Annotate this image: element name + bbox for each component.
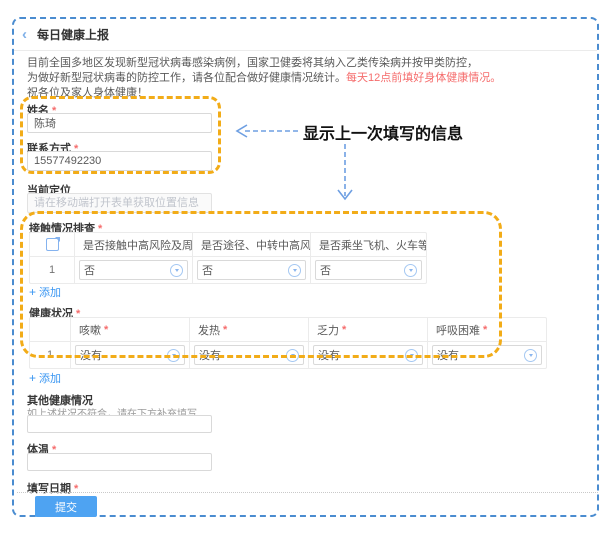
health-select-1[interactable]: 没有 — [75, 345, 185, 365]
health-col-header: 咳嗽* — [71, 318, 190, 341]
temperature-input[interactable] — [27, 453, 212, 471]
contact-col-header: 是否乘坐飞机、火车等长途交通... — [311, 233, 426, 256]
contact-col-header: 是否接触中高风险及周边地区人员 — [75, 233, 193, 256]
contact-table-header: 是否接触中高风险及周边地区人员 是否途径、中转中高风险及周边... 是否乘坐飞机… — [30, 233, 426, 257]
location-input[interactable] — [27, 193, 212, 213]
page-title: 每日健康上报 — [37, 26, 109, 43]
health-report-card: ‹ 每日健康上报 目前全国多地区发现新型冠状病毒感染病例，国家卫健委将其纳入乙类… — [12, 17, 599, 517]
submit-button[interactable]: 提交 — [35, 496, 97, 517]
dropdown-circle-icon — [167, 349, 180, 362]
health-table-header: 咳嗽* 发热* 乏力* 呼吸困难* — [30, 318, 546, 342]
health-add-row-button[interactable]: +添加 — [29, 370, 61, 386]
contact-add-row-button[interactable]: +添加 — [29, 284, 61, 300]
health-col-header: 发热* — [190, 318, 309, 341]
intro-line-3: 祝各位及家人身体健康！ — [27, 86, 501, 101]
health-select-4[interactable]: 没有 — [432, 345, 542, 365]
required-mark: * — [74, 483, 78, 495]
contact-select-3[interactable]: 否 — [315, 260, 422, 280]
card-header: ‹ 每日健康上报 — [14, 19, 597, 51]
contact-table: 是否接触中高风险及周边地区人员 是否途径、中转中高风险及周边... 是否乘坐飞机… — [29, 232, 427, 284]
plus-icon: + — [29, 285, 36, 299]
dropdown-circle-icon — [404, 264, 417, 277]
intro-line-1: 目前全国多地区发现新型冠状病毒感染病例，国家卫健委将其纳入乙类传染病并按甲类防控… — [27, 56, 501, 71]
expand-icon — [46, 238, 59, 251]
plus-icon: + — [29, 371, 36, 385]
health-col-header: 呼吸困难* — [428, 318, 546, 341]
row-index: 1 — [30, 257, 75, 283]
other-health-input[interactable] — [27, 415, 212, 433]
health-report-page: ‹ 每日健康上报 目前全国多地区发现新型冠状病毒感染病例，国家卫健委将其纳入乙类… — [0, 0, 613, 547]
health-select-3[interactable]: 没有 — [313, 345, 423, 365]
name-input[interactable] — [27, 113, 212, 133]
intro-line-2: 为做好新型冠状病毒的防控工作，请各位配合做好健康情况统计。每天12点前填好身体健… — [27, 71, 501, 86]
row-index: 1 — [30, 342, 71, 368]
dropdown-circle-icon — [170, 264, 183, 277]
dropdown-circle-icon — [286, 349, 299, 362]
expand-icon-cell[interactable] — [30, 233, 75, 256]
date-label: 填写日期* — [27, 480, 78, 496]
contact-col-header: 是否途径、中转中高风险及周边... — [193, 233, 311, 256]
intro-text: 目前全国多地区发现新型冠状病毒感染病例，国家卫健委将其纳入乙类传染病并按甲类防控… — [27, 56, 501, 101]
health-col-header: 乏力* — [309, 318, 428, 341]
truncation-dotted-line — [17, 492, 598, 493]
health-select-2[interactable]: 没有 — [194, 345, 304, 365]
dropdown-circle-icon — [405, 349, 418, 362]
dropdown-circle-icon — [288, 264, 301, 277]
contact-select-2[interactable]: 否 — [197, 260, 306, 280]
phone-input[interactable] — [27, 151, 212, 171]
dropdown-circle-icon — [524, 349, 537, 362]
contact-select-1[interactable]: 否 — [79, 260, 188, 280]
intro-warning-text: 每天12点前填好身体健康情况。 — [346, 72, 501, 84]
health-table-row: 1 没有 没有 没有 没有 — [30, 342, 546, 368]
contact-table-row: 1 否 否 否 — [30, 257, 426, 283]
health-table: 咳嗽* 发热* 乏力* 呼吸困难* 1 没有 没有 没有 没有 — [29, 317, 547, 369]
chevron-left-icon[interactable]: ‹ — [22, 27, 27, 42]
